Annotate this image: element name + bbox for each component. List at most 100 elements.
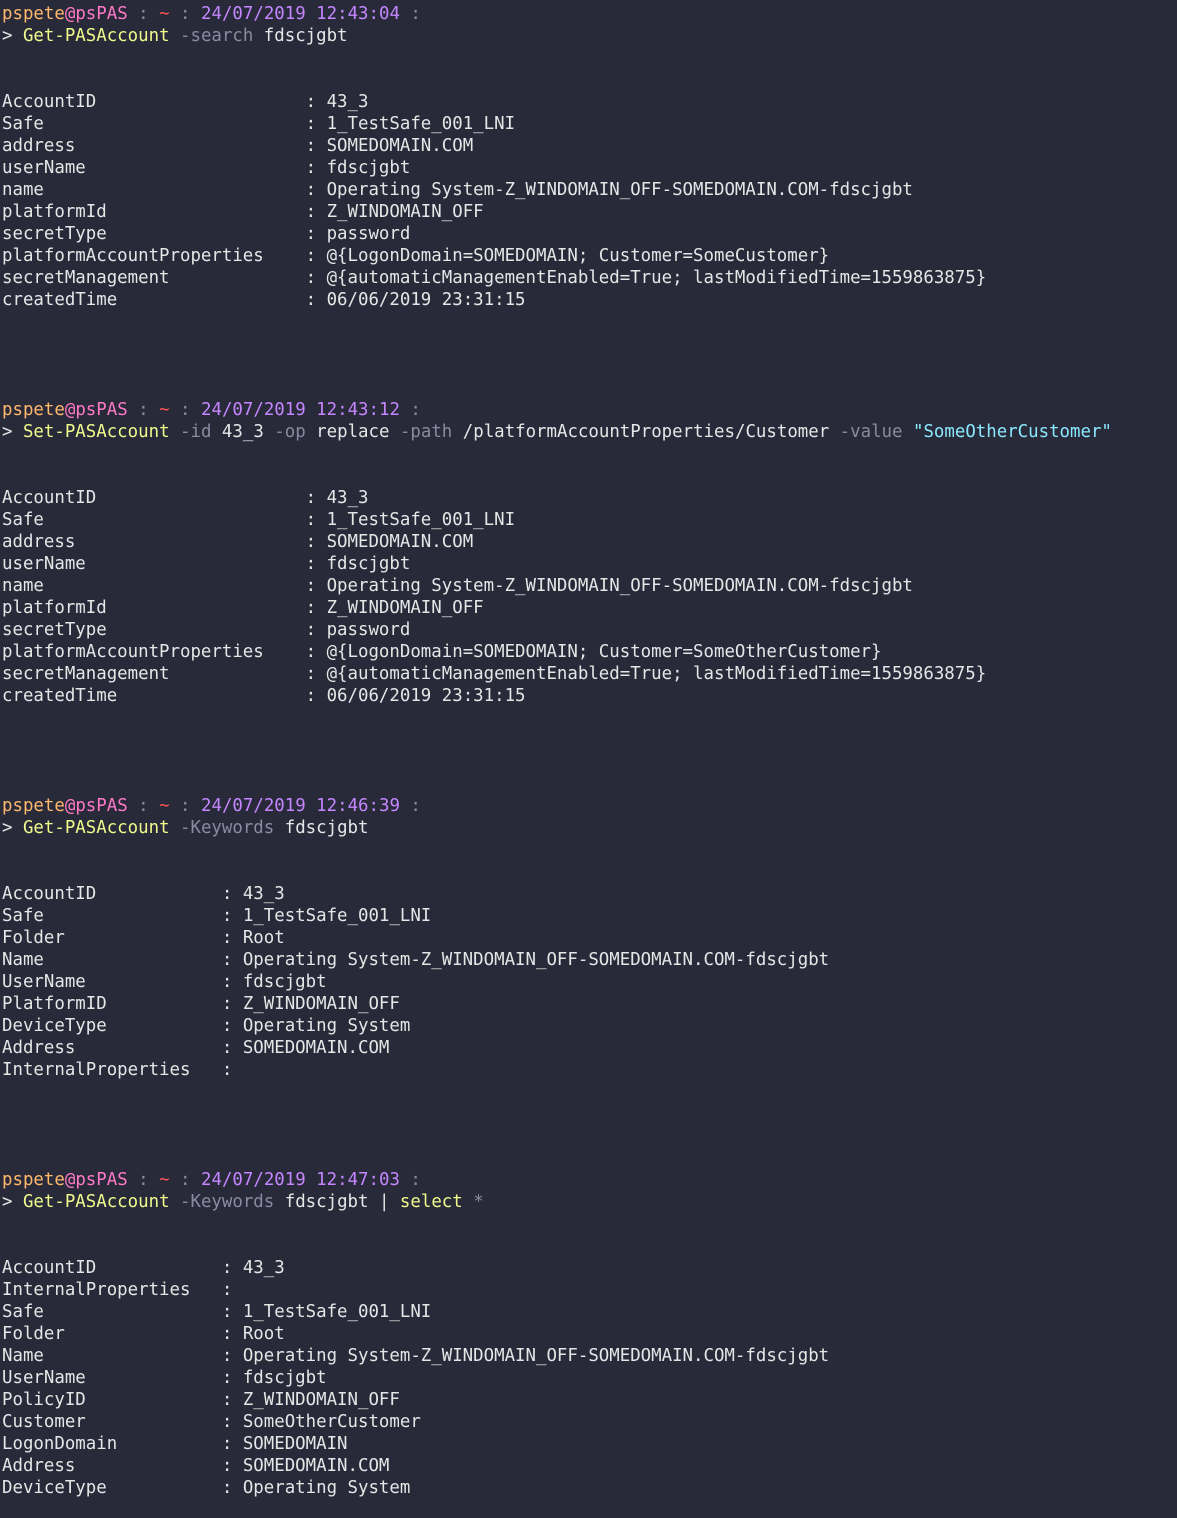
command-line[interactable]: > Get-PASAccount -search fdscjgbt — [2, 25, 1174, 47]
output-value: SomeOtherCustomer — [242, 1412, 421, 1432]
output-colon: : — [305, 488, 327, 508]
output-row: DeviceType: Operating System — [2, 1015, 1174, 1037]
command-arg: fdscjgbt — [274, 1192, 369, 1212]
output-colon: : — [305, 554, 327, 574]
output-colon: : — [221, 1434, 243, 1454]
output-row: UserName: fdscjgbt — [2, 971, 1174, 993]
command-str: "SomeOtherCustomer" — [902, 422, 1112, 442]
prompt-host: psPAS — [75, 4, 128, 24]
output-row: address: SOMEDOMAIN.COM — [2, 531, 1174, 553]
prompt-separator: : — [169, 796, 201, 816]
prompt-timestamp: 24/07/2019 12:43:12 — [201, 400, 400, 420]
prompt-at: @ — [64, 1170, 76, 1190]
command-cmdlet: Get-PASAccount — [22, 26, 170, 46]
prompt-separator: : — [127, 400, 160, 420]
command-block: pspete@psPAS : ~ : 24/07/2019 12:47:03 :… — [2, 1169, 1174, 1499]
output-row: InternalProperties: — [2, 1059, 1174, 1081]
output-list: AccountID: 43_3 Safe: 1_TestSafe_001_LNI a… — [2, 487, 1174, 707]
output-row: userName: fdscjgbt — [2, 157, 1174, 179]
prompt-separator: : — [127, 4, 160, 24]
output-colon: : — [221, 1016, 243, 1036]
output-key: platformAccountProperties — [2, 642, 264, 662]
output-row: Name: Operating System-Z_WINDOMAIN_OFF-S… — [2, 949, 1174, 971]
output-key: address — [2, 136, 76, 156]
output-value: password — [326, 224, 411, 244]
output-key: Folder — [2, 1324, 65, 1344]
prompt-separator: : — [169, 1170, 201, 1190]
command-cmdlet: Get-PASAccount — [22, 1192, 170, 1212]
command-param: -Keywords — [169, 818, 275, 838]
prompt-separator: : — [127, 796, 160, 816]
output-colon: : — [305, 224, 327, 244]
prompt-separator: : — [399, 796, 421, 816]
command-line[interactable]: > Get-PASAccount -Keywords fdscjgbt — [2, 817, 1174, 839]
terminal-window[interactable]: pspete@psPAS : ~ : 24/07/2019 12:43:04 :… — [2, 3, 1174, 1499]
command-param: -id — [169, 422, 212, 442]
command-arg: /platformAccountProperties/Customer — [452, 422, 830, 442]
output-colon: : — [221, 906, 243, 926]
output-value: 1_TestSafe_001_LNI — [326, 114, 516, 134]
command-pipe: | — [368, 1192, 390, 1212]
command-line[interactable]: > Get-PASAccount -Keywords fdscjgbt | se… — [2, 1191, 1174, 1213]
output-value: Z_WINDOMAIN_OFF — [242, 994, 400, 1014]
output-value: SOMEDOMAIN — [242, 1434, 348, 1454]
output-colon: : — [221, 994, 243, 1014]
output-value: Operating System-Z_WINDOMAIN_OFF-SOMEDOM… — [242, 950, 830, 970]
command-cmdlet: Get-PASAccount — [22, 818, 170, 838]
output-value: Root — [242, 928, 285, 948]
command-block: pspete@psPAS : ~ : 24/07/2019 12:43:12 :… — [2, 399, 1174, 795]
output-value: 1_TestSafe_001_LNI — [242, 1302, 432, 1322]
prompt-symbol: > — [2, 26, 23, 46]
output-value: SOMEDOMAIN.COM — [242, 1038, 390, 1058]
prompt-at: @ — [64, 796, 76, 816]
command-arg: replace — [305, 422, 390, 442]
output-colon: : — [221, 1302, 243, 1322]
prompt-line: pspete@psPAS : ~ : 24/07/2019 12:46:39 : — [2, 795, 1174, 817]
prompt-host: psPAS — [75, 400, 128, 420]
output-colon: : — [221, 1324, 243, 1344]
output-value: SOMEDOMAIN.COM — [326, 532, 474, 552]
output-row: AccountID: 43_3 — [2, 1257, 1174, 1279]
output-value: @{LogonDomain=SOMEDOMAIN; Customer=SomeC… — [326, 246, 830, 266]
output-value: Root — [242, 1324, 285, 1344]
output-key: name — [2, 180, 44, 200]
output-key: InternalProperties — [2, 1060, 191, 1080]
command-line[interactable]: > Set-PASAccount -id 43_3 -op replace -p… — [2, 421, 1174, 443]
output-row: DeviceType: Operating System — [2, 1477, 1174, 1499]
output-key: Name — [2, 1346, 44, 1366]
output-row: Customer: SomeOtherCustomer — [2, 1411, 1174, 1433]
output-list: AccountID: 43_3 Safe: 1_TestSafe_001_LNI a… — [2, 91, 1174, 311]
prompt-symbol: > — [2, 422, 23, 442]
output-value: 43_3 — [242, 884, 285, 904]
prompt-at: @ — [64, 400, 76, 420]
output-colon: : — [305, 290, 327, 310]
prompt-user: pspete — [2, 796, 65, 816]
output-list: AccountID: 43_3 Safe: 1_TestSafe_001_LNI F… — [2, 883, 1174, 1081]
output-row: Name: Operating System-Z_WINDOMAIN_OFF-S… — [2, 1345, 1174, 1367]
output-key: Folder — [2, 928, 65, 948]
output-value: 43_3 — [326, 92, 369, 112]
output-colon: : — [221, 1280, 243, 1300]
output-row: Safe: 1_TestSafe_001_LNI — [2, 509, 1174, 531]
output-row: Safe: 1_TestSafe_001_LNI — [2, 1301, 1174, 1323]
command-arg: fdscjgbt — [253, 26, 348, 46]
output-key: platformId — [2, 202, 107, 222]
output-key: Name — [2, 950, 44, 970]
output-value: 06/06/2019 23:31:15 — [326, 686, 526, 706]
output-colon: : — [221, 950, 243, 970]
command-param: -search — [169, 26, 254, 46]
output-colon: : — [221, 1412, 243, 1432]
command-arg: fdscjgbt — [274, 818, 369, 838]
output-row: AccountID: 43_3 — [2, 883, 1174, 905]
output-key: PolicyID — [2, 1390, 86, 1410]
output-value: Z_WINDOMAIN_OFF — [242, 1390, 400, 1410]
output-colon: : — [305, 598, 327, 618]
output-colon: : — [305, 642, 327, 662]
output-key: createdTime — [2, 290, 118, 310]
output-colon: : — [305, 158, 327, 178]
output-row: Folder: Root — [2, 1323, 1174, 1345]
output-value: @{automaticManagementEnabled=True; lastM… — [326, 268, 987, 288]
output-key: PlatformID — [2, 994, 107, 1014]
command-param: * — [462, 1192, 484, 1212]
command-param: -Keywords — [169, 1192, 275, 1212]
